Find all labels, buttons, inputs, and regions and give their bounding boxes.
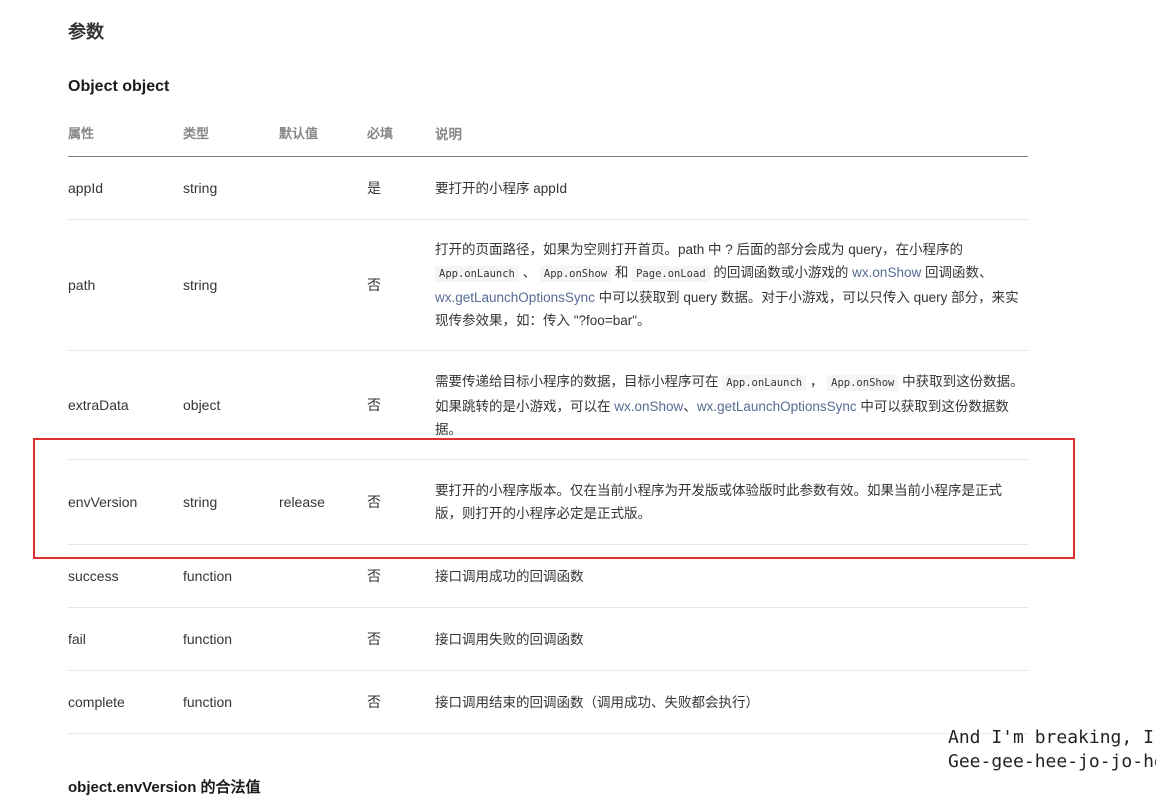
cell-name: appId [68, 180, 104, 196]
subtitle-line: Gee-gee-hee-jo-jo-ho-la [948, 751, 1156, 772]
desc-text: 需要传递给目标小程序的数据，目标小程序可在 [435, 373, 723, 389]
cell-type: string [183, 180, 218, 196]
desc-text: 要打开的小程序 appId [435, 180, 568, 196]
cell-required: 否 [367, 568, 381, 584]
cell-description: 接口调用成功的回调函数 [435, 565, 1028, 588]
cell-required: 否 [367, 397, 381, 413]
table-body: appId string 是 要打开的小程序 appId path string 否 打开的页… [68, 157, 1028, 734]
cell-default: release [279, 494, 325, 510]
object-heading: Object object [68, 78, 170, 95]
inline-code: Page.onLoad [632, 266, 710, 282]
api-link[interactable]: wx.getLaunchOptionsSync [435, 290, 595, 305]
desc-text: 回调函数、 [921, 265, 993, 280]
cell-type: function [183, 694, 233, 710]
desc-text: 的回调函数或小游戏的 [709, 265, 853, 280]
col-header-type: 类型 [183, 126, 210, 141]
cell-required: 否 [367, 631, 381, 647]
inline-code: App.onShow [539, 266, 612, 282]
cell-required: 否 [367, 277, 381, 293]
cell-description: 需要传递给目标小程序的数据，目标小程序可在 App.onLaunch ， App… [435, 370, 1028, 441]
cell-description: 打开的页面路径，如果为空则打开首页。path 中 ? 后面的部分会成为 quer… [435, 238, 1028, 332]
desc-text: 接口调用成功的回调函数 [435, 568, 584, 584]
cell-name: extraData [68, 397, 129, 413]
cell-description: 接口调用结束的回调函数（调用成功、失败都会执行） [435, 691, 1028, 714]
table-row: path string 否 打开的页面路径，如果为空则打开首页。path 中 ? 后面… [68, 220, 1028, 351]
section-title-params: 参数 [68, 22, 104, 42]
cell-required: 否 [367, 494, 381, 510]
env-values-heading: object.envVersion 的合法值 [68, 779, 261, 796]
cell-type: string [183, 277, 218, 293]
api-link[interactable]: wx.onShow [852, 265, 921, 280]
table-row: fail function 否 接口调用失败的回调函数 [68, 608, 1028, 671]
cell-description: 接口调用失败的回调函数 [435, 628, 1028, 651]
cell-required: 否 [367, 694, 381, 710]
desc-text: 接口调用结束的回调函数（调用成功、失败都会执行） [435, 694, 759, 710]
col-header-attr: 属性 [68, 126, 95, 141]
cell-name: success [68, 568, 119, 584]
table-header: 属性 类型 默认值 必填 说明 [68, 112, 1028, 157]
table-row: extraData object 否 需要传递给目标小程序的数据，目标小程序可在 Ap… [68, 351, 1028, 460]
inline-code: App.onLaunch [722, 374, 807, 391]
cell-name: envVersion [68, 494, 138, 510]
inline-code: App.onShow [827, 374, 899, 391]
cell-type: object [183, 397, 221, 413]
cell-type: function [183, 568, 233, 584]
table-row: envVersion string release 否 要打开的小程序版本。仅在当前小程… [68, 460, 1028, 545]
table-row: success function 否 接口调用成功的回调函数 [68, 545, 1028, 608]
col-header-desc: 说明 [435, 126, 462, 142]
table-row: complete function 否 接口调用结束的回调函数（调用成功、失败都会执行… [68, 671, 1028, 734]
desc-text: ， [806, 373, 828, 389]
cell-name: complete [68, 694, 125, 710]
subtitle-line: And I'm breaking, I'm [948, 727, 1156, 748]
api-link[interactable]: wx.getLaunchOptionsSync [697, 399, 857, 414]
col-header-default: 默认值 [279, 126, 319, 141]
desc-text: 、 [518, 265, 540, 280]
cell-description: 要打开的小程序 appId [435, 177, 1028, 200]
col-header-required: 必填 [367, 126, 394, 141]
desc-text: 、 [683, 398, 697, 414]
params-table: 属性 类型 默认值 必填 说明 appId string 是 要打开的小程序 appI… [68, 112, 1028, 734]
cell-required: 是 [367, 180, 381, 196]
table-row: appId string 是 要打开的小程序 appId [68, 157, 1028, 220]
cell-type: string [183, 494, 218, 510]
video-subtitle: And I'm breaking, I'm Gee-gee-hee-jo-jo-… [948, 726, 1156, 774]
desc-text: 和 [611, 265, 633, 280]
cell-name: fail [68, 631, 86, 647]
cell-type: function [183, 631, 233, 647]
api-link[interactable]: wx.onShow [614, 399, 683, 414]
cell-name: path [68, 277, 96, 293]
desc-text: 要打开的小程序版本。仅在当前小程序为开发版或体验版时此参数有效。如果当前小程序是… [435, 483, 1002, 521]
inline-code: App.onLaunch [435, 266, 519, 282]
desc-text: 打开的页面路径，如果为空则打开首页。path 中 ? 后面的部分会成为 quer… [435, 242, 964, 257]
desc-text: 接口调用失败的回调函数 [435, 631, 584, 647]
cell-description: 要打开的小程序版本。仅在当前小程序为开发版或体验版时此参数有效。如果当前小程序是… [435, 479, 1028, 525]
